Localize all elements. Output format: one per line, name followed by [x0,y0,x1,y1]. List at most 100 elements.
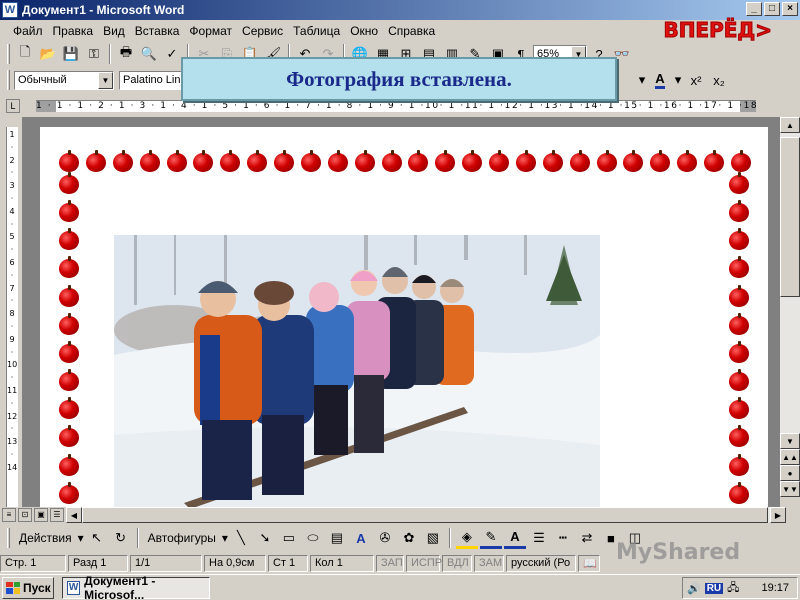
line-style-icon[interactable]: ☰ [528,527,550,549]
menu-file[interactable]: Файл [8,24,48,38]
vertical-scroll-thumb[interactable] [780,137,800,297]
scroll-right-icon[interactable]: ▶ [770,507,786,523]
vertical-ruler-mark: · [10,296,14,306]
scroll-up-icon[interactable]: ▲ [780,117,800,133]
outline-view-icon[interactable]: ☰ [50,508,64,522]
menu-edit[interactable]: Правка [48,24,99,38]
document-area[interactable] [22,117,780,507]
rectangle-icon[interactable]: ▭ [278,527,300,549]
vertical-ruler-mark: · [10,373,14,383]
status-ovr[interactable]: ЗАМ [474,554,504,572]
rotate-icon[interactable]: ↻ [110,527,132,549]
apple-border-icon [728,481,750,504]
textbox-icon[interactable]: ▤ [326,527,348,549]
autoshapes-menu[interactable]: Автофигуры [144,531,220,545]
print-icon[interactable]: 🖶 [115,43,137,65]
arrow-icon[interactable]: ➘ [254,527,276,549]
open-folder-icon[interactable]: 📂 [37,43,59,65]
chevron-down-icon[interactable]: ▼ [98,71,113,89]
superscript-icon[interactable]: x² [685,69,707,91]
scroll-down-icon[interactable]: ▼ [780,433,800,449]
oval-icon[interactable]: ⬭ [302,527,324,549]
vertical-ruler-marks: 1 · 2 · 3 · 4 · 5 · 6 · 7 · 8 · 9 · 10 · 11 · 12 · 13 · 14 [7,129,17,475]
insert-picture-icon[interactable]: ▧ [422,527,444,549]
apple-border-icon [58,425,80,448]
prev-page-icon[interactable]: ▲▲ [780,449,800,465]
chevron-down-icon[interactable]: ▾ [672,69,684,91]
status-trk[interactable]: ИСПР [406,554,442,572]
diagram-icon[interactable]: ✇ [374,527,396,549]
apple-border-icon [728,256,750,279]
vertical-scrollbar[interactable]: ▲ ▼ ▲▲ ● ▼▼ [780,117,800,507]
word-icon: W [67,580,81,595]
vertical-ruler-mark: 9 [9,334,15,344]
start-button[interactable]: Пуск [2,576,54,599]
menu-tools[interactable]: Сервис [237,24,288,38]
clipart-icon[interactable]: ✿ [398,527,420,549]
actions-menu[interactable]: Действия [15,531,76,545]
forward-nav-button[interactable]: ВПЕРЁД> [663,18,773,43]
vertical-ruler-mark: 8 [9,309,15,319]
spelling-status-icon[interactable]: 📖 [578,554,600,572]
chevron-down-icon[interactable]: ▾ [636,69,648,91]
apple-page-border-top [58,150,752,172]
chevron-down-icon[interactable]: ▾ [222,531,228,545]
web-view-icon[interactable]: ⊡ [18,508,32,522]
apple-border-icon [58,397,80,420]
menu-table[interactable]: Таблица [288,24,345,38]
new-document-icon[interactable]: 🗋 [14,43,36,65]
menu-format[interactable]: Формат [184,24,237,38]
close-button[interactable]: × [782,2,798,16]
menu-help[interactable]: Справка [383,24,440,38]
save-icon[interactable]: 💾 [60,43,82,65]
volume-icon[interactable]: 🔊 [687,582,701,595]
window-title: Документ1 - Microsoft Word [22,3,185,17]
apple-border-icon [166,150,188,172]
apple-border-icon [58,453,80,476]
vertical-ruler-mark: 2 [9,155,15,165]
font-color-icon[interactable]: A [649,69,671,91]
status-col: Кол 1 [310,554,374,572]
word-icon: W [2,2,18,18]
inserted-photo[interactable] [114,235,600,507]
spelling-icon[interactable]: ✓ [161,43,183,65]
vertical-ruler-mark: 12 [7,411,18,421]
language-indicator[interactable]: RU [704,582,724,594]
line-color-icon[interactable]: ✎ [479,527,502,549]
normal-view-icon[interactable]: ≡ [2,508,16,522]
apple-border-icon [649,150,671,172]
status-language: русский (Ро [506,554,576,572]
network-icon[interactable]: 🖧 [727,579,739,598]
font-color-icon[interactable]: A [503,527,526,549]
subscript-icon[interactable]: x₂ [708,69,730,91]
print-layout-icon[interactable]: ▣ [34,508,48,522]
select-objects-icon[interactable]: ↖ [86,527,108,549]
next-page-icon[interactable]: ▼▼ [780,481,800,497]
document-page[interactable] [40,127,768,507]
taskbar-word-task[interactable]: W Документ1 - Microsof... [62,574,210,600]
menu-window[interactable]: Окно [345,24,383,38]
line-icon[interactable]: ╲ [230,527,252,549]
status-rec[interactable]: ЗАП [376,554,404,572]
maximize-button[interactable]: □ [764,2,780,16]
dash-style-icon[interactable]: ┅ [552,527,574,549]
fill-color-icon[interactable]: ◈ [455,527,478,549]
tab-selector-icon[interactable]: L [6,99,20,113]
apple-page-border-right [728,172,750,507]
style-select[interactable]: Обычный ▼ [14,70,114,90]
minimize-button[interactable]: _ [746,2,762,16]
arrow-style-icon[interactable]: ⇄ [576,527,598,549]
print-preview-icon[interactable]: 🔍 [138,43,160,65]
status-ext[interactable]: ВДЛ [442,554,472,572]
select-browse-object-icon[interactable]: ● [780,465,800,481]
wordart-icon[interactable]: A [350,527,372,549]
horizontal-scroll-thumb[interactable] [82,507,768,523]
menu-insert[interactable]: Вставка [130,24,185,38]
scroll-left-icon[interactable]: ◀ [66,507,82,523]
apple-border-icon [58,256,80,279]
permission-icon[interactable]: ⚿ [83,43,105,65]
chevron-down-icon[interactable]: ▾ [78,531,84,545]
apple-border-icon [728,425,750,448]
vertical-ruler-mark: · [10,219,14,229]
menu-view[interactable]: Вид [98,24,130,38]
